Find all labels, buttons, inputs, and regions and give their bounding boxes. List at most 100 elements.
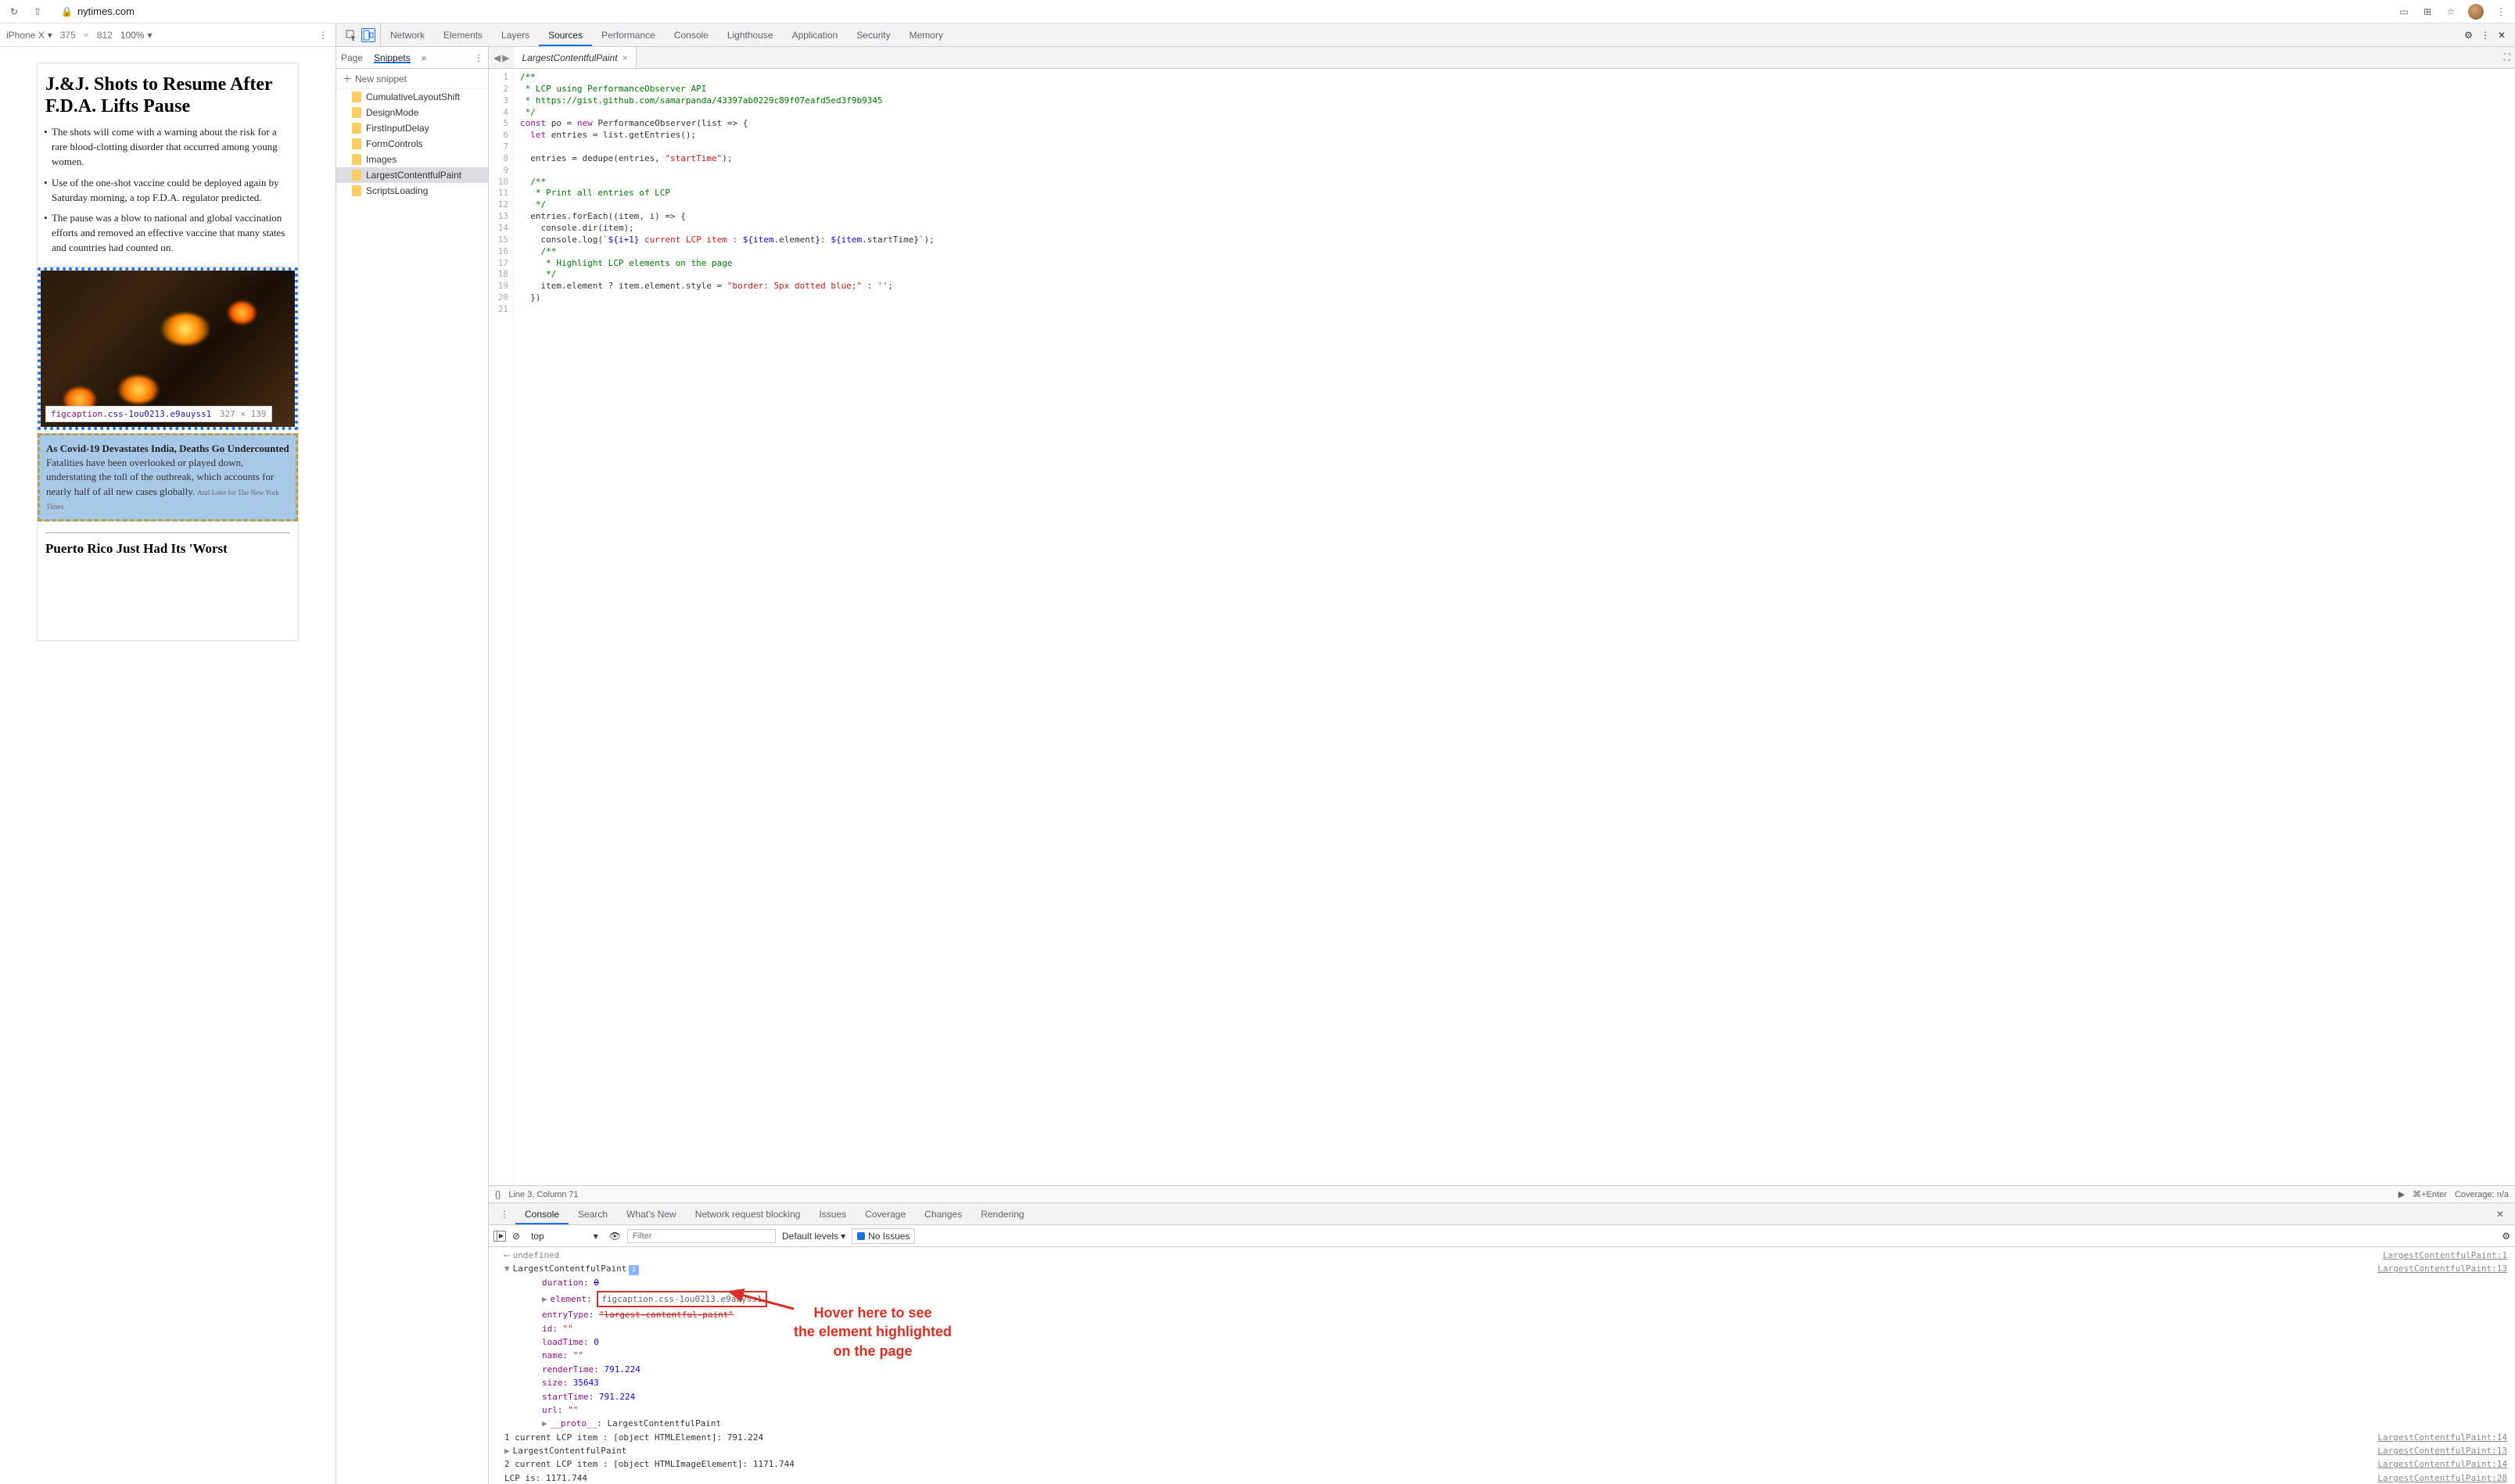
console-row[interactable]: loadTime: 0	[489, 1335, 2515, 1349]
plus-icon: ＋	[343, 72, 352, 85]
console-row[interactable]: LCP is: 1171.744LargestContentfulPaint:2…	[489, 1471, 2515, 1484]
source-link[interactable]: LargestContentfulPaint:13	[2370, 1445, 2507, 1457]
close-tab-icon[interactable]: ×	[622, 52, 628, 63]
panel-tab-console[interactable]: Console	[665, 23, 718, 46]
log-levels-select[interactable]: Default levels ▾	[782, 1231, 845, 1242]
reload-icon[interactable]: ↻	[8, 5, 20, 18]
fullscreen-icon[interactable]: ⛶	[2499, 52, 2515, 63]
snippet-item[interactable]: DesignMode	[336, 105, 488, 120]
drawer-tab-console[interactable]: Console	[515, 1203, 569, 1224]
console-row[interactable]: ▼LargestContentfulPaintiLargestContentfu…	[489, 1262, 2515, 1276]
console-row[interactable]: ▶LargestContentfulPaintLargestContentful…	[489, 1444, 2515, 1457]
width-input[interactable]: 375	[60, 30, 76, 41]
browser-toolbar: ↻ ⇧ 🔒 nytimes.com ▭ ⊞ ☆ ⋮	[0, 0, 2515, 23]
device-select[interactable]: iPhone X ▾	[6, 30, 52, 41]
panel-tab-performance[interactable]: Performance	[592, 23, 665, 46]
nav-menu-icon[interactable]: ⋮	[474, 52, 483, 63]
panel-tab-elements[interactable]: Elements	[434, 23, 492, 46]
drawer-tab-rendering[interactable]: Rendering	[971, 1203, 1033, 1224]
snippet-item[interactable]: FormControls	[336, 136, 488, 152]
drawer-menu-icon[interactable]: ⋮	[493, 1209, 515, 1220]
nav-back-icon[interactable]: ◀	[493, 52, 500, 63]
source-link[interactable]: LargestContentfulPaint:28	[2370, 1472, 2507, 1484]
panel-tab-memory[interactable]: Memory	[900, 23, 953, 46]
drawer-tab-coverage[interactable]: Coverage	[856, 1203, 915, 1224]
nav-more-icon[interactable]: »	[422, 52, 427, 63]
source-link[interactable]: LargestContentfulPaint:14	[2370, 1432, 2507, 1443]
drawer-tab-issues[interactable]: Issues	[809, 1203, 856, 1224]
snippet-item[interactable]: LargestContentfulPaint	[336, 167, 488, 183]
device-menu-icon[interactable]: ⋮	[317, 29, 329, 41]
drawer-tab-what-s-new[interactable]: What's New	[617, 1203, 686, 1224]
annotation-text: Hover here to see the element highlighte…	[794, 1303, 952, 1360]
editor-tab[interactable]: LargestContentfulPaint ×	[514, 47, 636, 68]
console-sidebar-icon[interactable]: ▶	[493, 1231, 506, 1242]
chevron-down-icon: ▾	[841, 1231, 845, 1242]
pretty-print-icon[interactable]: {}	[495, 1190, 500, 1199]
nav-fwd-icon[interactable]: ▶	[502, 52, 509, 63]
console-row[interactable]: name: ""	[489, 1349, 2515, 1362]
chevron-down-icon: ▾	[594, 1231, 598, 1242]
code-editor[interactable]: 123456789101112131415161718192021 /** * …	[489, 69, 2515, 1185]
bookmark-icon[interactable]: ☆	[2445, 5, 2457, 18]
emulated-page: J.&J. Shots to Resume After F.D.A. Lifts…	[37, 63, 299, 641]
address-bar[interactable]: 🔒 nytimes.com	[55, 5, 141, 17]
profile-avatar[interactable]	[2468, 4, 2484, 20]
run-icon[interactable]: ▶	[2398, 1189, 2405, 1199]
inspect-element-icon[interactable]	[344, 28, 358, 42]
console-row[interactable]: url: ""	[489, 1403, 2515, 1417]
chevron-down-icon: ▾	[48, 30, 52, 41]
live-expression-icon[interactable]: 👁	[609, 1231, 621, 1242]
console-settings-icon[interactable]: ⚙	[2502, 1231, 2510, 1242]
panel-tab-network[interactable]: Network	[381, 23, 434, 46]
snippet-item[interactable]: Images	[336, 152, 488, 167]
snippet-file-icon	[352, 91, 361, 102]
console-row[interactable]: ▶__proto__: LargestContentfulPaint	[489, 1417, 2515, 1430]
panel-tab-layers[interactable]: Layers	[492, 23, 539, 46]
console-row[interactable]: ⟵undefinedLargestContentfulPaint:1	[489, 1249, 2515, 1262]
clear-console-icon[interactable]: ⊘	[512, 1231, 520, 1242]
new-snippet-button[interactable]: ＋ New snippet	[336, 69, 488, 89]
menu-icon[interactable]: ⋮	[2495, 5, 2507, 18]
drawer-tab-network-request-blocking[interactable]: Network request blocking	[686, 1203, 810, 1224]
console-row[interactable]: 1 current LCP item : [object HTMLElement…	[489, 1431, 2515, 1444]
device-toggle-icon[interactable]	[361, 28, 375, 42]
nav-tab-snippets[interactable]: Snippets	[374, 52, 411, 63]
height-input[interactable]: 812	[97, 30, 113, 41]
snippet-item[interactable]: FirstInputDelay	[336, 120, 488, 136]
source-link[interactable]: LargestContentfulPaint:14	[2370, 1458, 2507, 1470]
settings-icon[interactable]: ⚙	[2464, 30, 2473, 41]
panel-tab-application[interactable]: Application	[783, 23, 848, 46]
snippet-file-icon	[352, 154, 361, 165]
close-panel-icon[interactable]: ✕	[2498, 30, 2506, 41]
drawer-tab-search[interactable]: Search	[569, 1203, 617, 1224]
panel-menu-icon[interactable]: ⋮	[2481, 30, 2490, 41]
devtools-tabstrip: NetworkElementsLayersSourcesPerformanceC…	[336, 23, 2515, 47]
snippet-item[interactable]: ScriptsLoading	[336, 183, 488, 199]
source-link[interactable]: LargestContentfulPaint:13	[2370, 1263, 2507, 1275]
zoom-select[interactable]: 100% ▾	[120, 30, 152, 41]
console-output[interactable]: ⟵undefinedLargestContentfulPaint:1▼Large…	[489, 1247, 2515, 1484]
source-link[interactable]: LargestContentfulPaint:1	[2375, 1249, 2507, 1261]
snippet-item[interactable]: CumulativeLayoutShift	[336, 89, 488, 105]
nav-tab-page[interactable]: Page	[341, 52, 363, 63]
console-row[interactable]: renderTime: 791.224	[489, 1363, 2515, 1376]
close-drawer-icon[interactable]: ✕	[2490, 1209, 2510, 1220]
device-toolbar: iPhone X ▾ 375 × 812 100% ▾ ⋮	[0, 23, 335, 47]
drawer-tab-changes[interactable]: Changes	[915, 1203, 971, 1224]
cast-icon[interactable]: ▭	[2398, 5, 2410, 18]
panel-tab-security[interactable]: Security	[847, 23, 899, 46]
extensions-icon[interactable]: ⊞	[2421, 5, 2434, 18]
console-filter-input[interactable]	[627, 1229, 776, 1243]
home-icon[interactable]: ⇧	[31, 5, 44, 18]
issues-button[interactable]: No Issues	[852, 1228, 915, 1244]
console-row[interactable]: startTime: 791.224	[489, 1390, 2515, 1403]
console-row[interactable]: id: ""	[489, 1322, 2515, 1335]
console-row[interactable]: 2 current LCP item : [object HTMLImageEl…	[489, 1457, 2515, 1471]
panel-tab-sources[interactable]: Sources	[539, 23, 592, 46]
console-row[interactable]: size: 35643	[489, 1376, 2515, 1389]
panel-tab-lighthouse[interactable]: Lighthouse	[718, 23, 783, 46]
lock-icon: 🔒	[61, 6, 73, 17]
context-select[interactable]: top ▾	[526, 1231, 603, 1242]
snippet-file-icon	[352, 107, 361, 118]
